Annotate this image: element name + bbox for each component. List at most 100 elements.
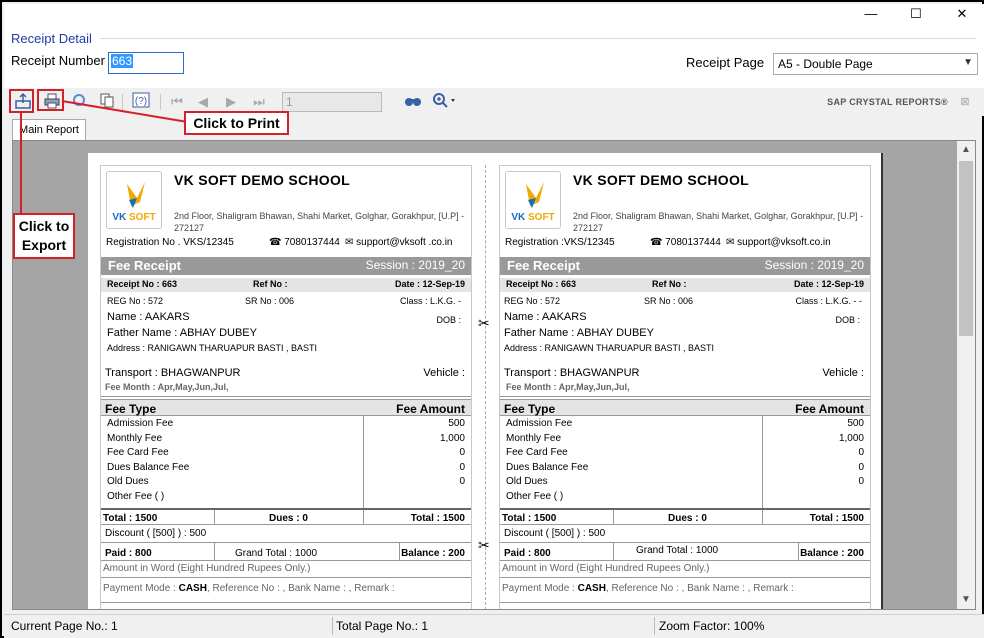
receipt-date: Date : 12-Sep-19 [394,279,465,289]
receipt-left: VK SOFT VK SOFT DEMO SCHOOL 2nd Floor, S… [100,165,472,609]
fee-name: Monthly Fee [506,433,562,444]
reg-no: REG No : 572 [504,296,561,306]
fee-name: Other Fee ( ) [506,491,564,502]
fee-type-header: Fee Type [105,402,157,416]
minimize-button[interactable]: — [849,4,893,26]
divider [500,577,870,578]
father-name: Father Name : ABHAY DUBEY [107,327,257,339]
status-bar: Current Page No.: 1 Total Page No.: 1 Zo… [4,614,984,638]
receipt-detail-form: Receipt Detail Receipt Number 663 Receip… [4,26,984,88]
divider [500,560,870,561]
receipt-info-row: Receipt No : 663 Ref No : Date : 12-Sep-… [101,278,471,292]
report-toolbar: (?) ⏮ ◀ ▶ ⏭ 1 SAP CRYSTAL REPORTS® ⊠ [4,88,984,116]
divider [500,542,870,543]
fee-name: Fee Card Fee [506,447,568,458]
scroll-down-icon[interactable]: ▼ [957,591,975,609]
fee-receipt-band: Fee Receipt Session : 2019_20 [500,257,870,275]
dob: DOB : [436,315,461,325]
page-number-input[interactable]: 1 [282,92,382,112]
student-address: Address : RANIGAWN THARUAPUR BASTI , BAS… [504,343,715,353]
fee-table-body: Admission Fee 500 Monthly Fee 1,000 Fee … [101,416,471,509]
amount-in-word: Amount in Word (Eight Hundred Rupees Onl… [103,563,311,574]
transport: Transport : BHAGWANPUR [105,367,241,379]
transport: Transport : BHAGWANPUR [504,367,640,379]
print-highlight [37,89,64,111]
tab-bar: Main Report [4,116,984,140]
receipt-number-value: 663 [111,54,134,68]
email-address: support@vksoft.co.in [737,237,831,248]
tab-main-report[interactable]: Main Report [12,119,86,140]
close-button[interactable]: ✕ [940,4,984,26]
class: Class : L.K.G. - [399,296,461,306]
reg-no: REG No : 572 [107,296,164,306]
grand-total: Grand Total : 1000 [636,545,719,556]
report-viewer[interactable]: VK SOFT VK SOFT DEMO SCHOOL 2nd Floor, S… [12,140,976,610]
vertical-scrollbar[interactable]: ▲ ▼ [957,141,975,609]
phone-number: 7080137444 [284,237,340,248]
grand-total: Grand Total : 1000 [235,548,318,559]
student-name: Name : AAKARS [504,311,587,323]
father-name: Father Name : ABHAY DUBEY [504,327,654,339]
receipt-no: Receipt No : 663 [506,279,577,289]
vehicle: Vehicle : [822,367,864,379]
scissors-icon: ✂ [478,315,490,331]
zoom-icon[interactable] [430,92,460,112]
export-callout-arrow [20,112,22,214]
brand-label: SAP CRYSTAL REPORTS® [827,97,948,107]
scroll-up-icon[interactable]: ▲ [957,141,975,159]
session: Session : 2019_20 [764,258,864,272]
divider [500,508,870,510]
school-name: VK SOFT DEMO SCHOOL [573,172,750,188]
divider [613,510,614,524]
find-icon[interactable] [402,92,424,112]
status-separator [654,617,655,635]
fee-name: Admission Fee [107,418,174,429]
scroll-thumb[interactable] [959,161,973,336]
toolbar-separator [122,94,123,110]
fee-name: Admission Fee [506,418,573,429]
logo-text-vk: VK [511,212,526,223]
title-bar: — ☐ ✕ [4,4,984,26]
fee-amount: 0 [858,476,864,487]
phone-number: 7080137444 [665,237,721,248]
balance: Balance : 200 [800,548,864,559]
fee-amount: 0 [858,462,864,473]
school-address: 2nd Floor, Shaligram Bhawan, Shahi Marke… [573,211,864,233]
next-page-icon[interactable]: ▶ [220,92,242,112]
receipt-page-value: A5 - Double Page [778,57,873,71]
last-page-icon[interactable]: ⏭ [248,92,270,112]
logo-text-soft: SOFT [129,212,156,223]
receipt-number-label: Receipt Number [11,53,105,68]
fee-name: Fee Card Fee [107,447,169,458]
maximize-button[interactable]: ☐ [894,4,938,26]
receipt-title: Fee Receipt [108,258,181,273]
fee-amount: 500 [847,418,864,429]
application-window: — ☐ ✕ Receipt Detail Receipt Number 663 … [0,0,984,638]
close-tab-icon[interactable]: ⊠ [954,92,976,112]
divider [613,542,614,560]
divider [101,560,471,561]
total-right: Total : 1500 [809,513,864,524]
logo-text-soft: SOFT [528,212,555,223]
receipt-page-select[interactable]: A5 - Double Page ▼ [773,53,978,75]
phone-icon: ☎ [269,237,285,248]
help-icon[interactable]: (?) [130,92,152,112]
phone: ☎ 7080137444 [269,237,340,248]
fee-name: Other Fee ( ) [107,491,165,502]
payment-mode-value: CASH [178,583,207,594]
previous-page-icon[interactable]: ◀ [192,92,214,112]
session: Session : 2019_20 [365,258,465,272]
toolbar-separator [160,94,161,110]
divider [500,396,870,397]
balance: Balance : 200 [401,548,465,559]
receipt-number-input[interactable]: 663 [108,52,184,74]
total-left: Total : 1500 [502,513,557,524]
logo-text-vk: VK [112,212,127,223]
current-page-status: Current Page No.: 1 [11,619,118,633]
discount: Discount ( [500] ) : 500 [105,528,207,539]
fee-month: Fee Month : Apr,May,Jun,Jul, [105,382,229,392]
chevron-down-icon: ▼ [963,57,973,68]
first-page-icon[interactable]: ⏮ [166,92,188,112]
fee-amount-header: Fee Amount [396,402,465,416]
mail-icon: ✉ [726,237,738,248]
